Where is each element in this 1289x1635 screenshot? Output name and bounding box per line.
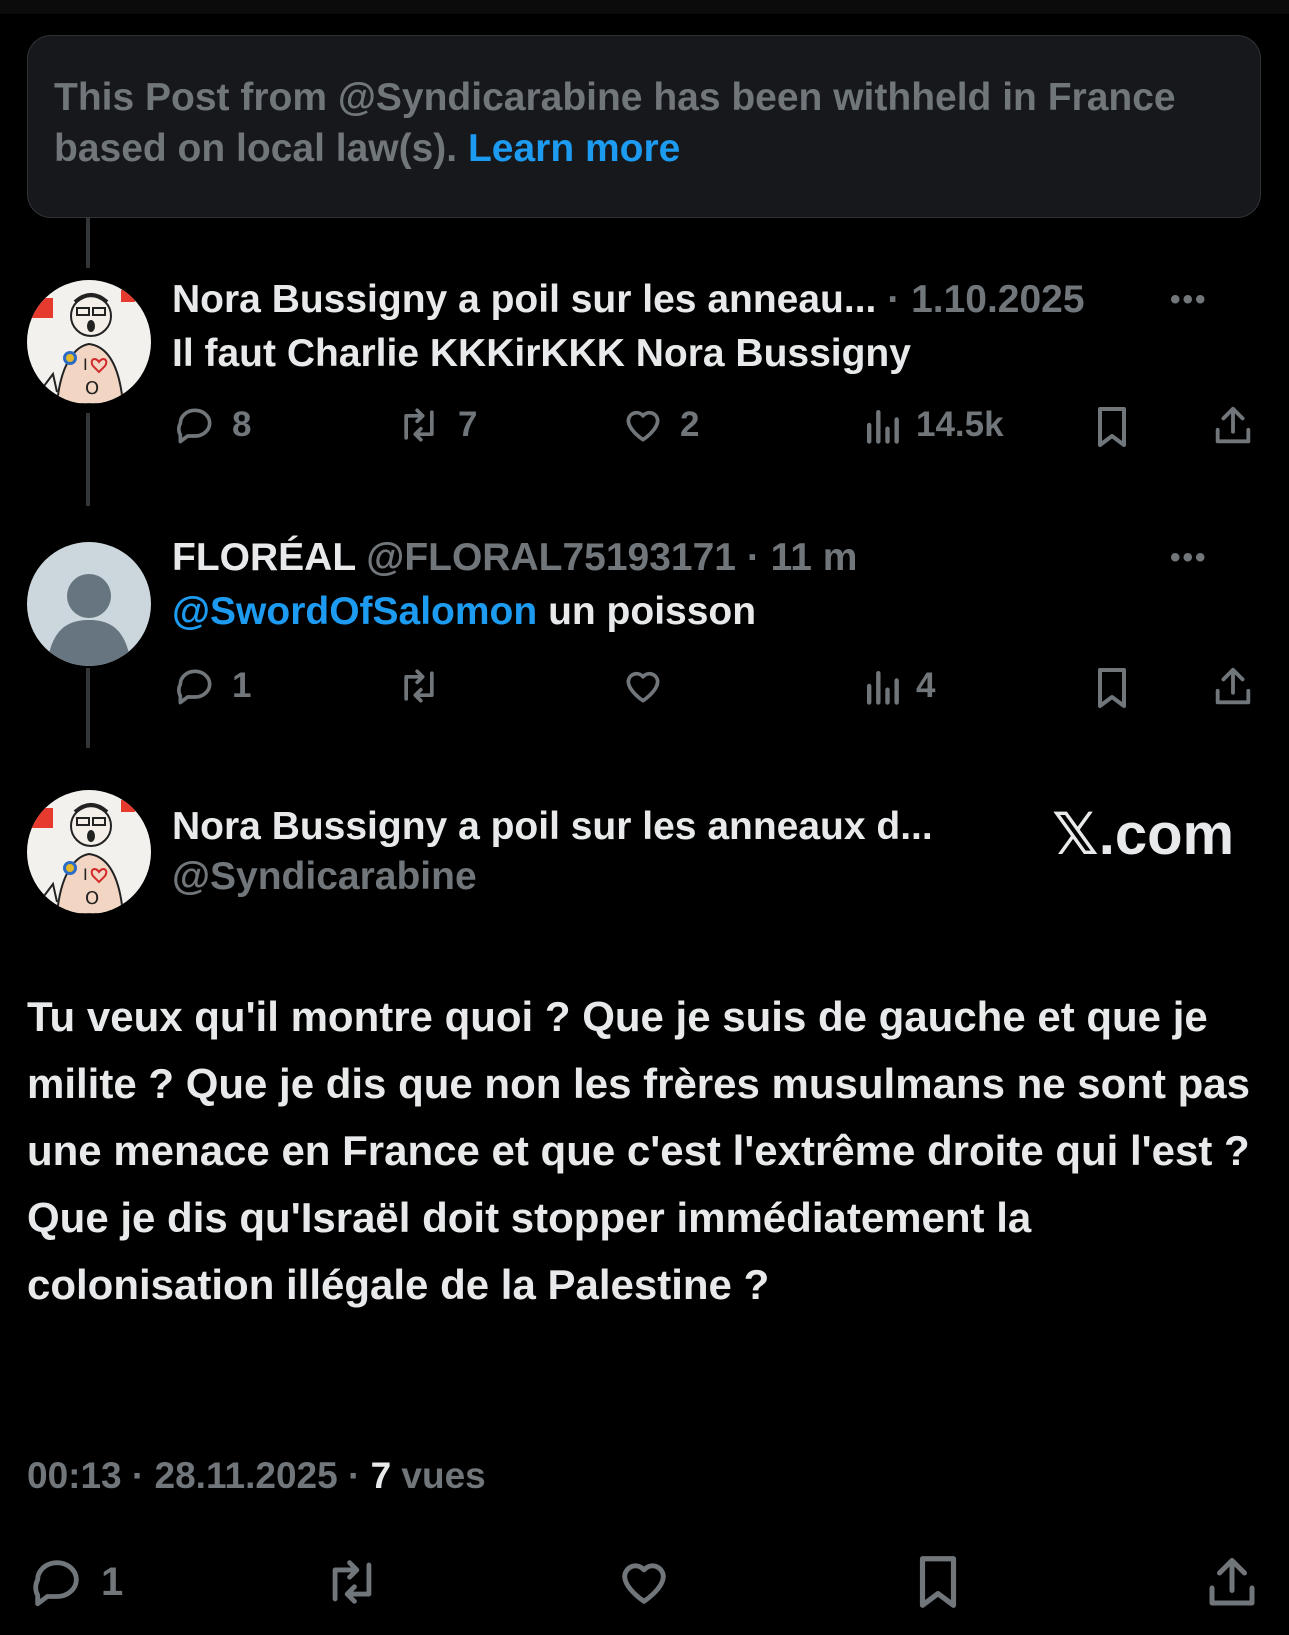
repost-icon [404, 408, 434, 442]
views-button[interactable]: 14.5k [862, 403, 1004, 447]
x-com-watermark: 𝕏.com [1052, 802, 1235, 867]
reply2-text: @SwordOfSalomon un poisson [172, 588, 756, 636]
avatar[interactable]: I O [27, 280, 151, 404]
reply2-time[interactable]: 11 m [771, 536, 858, 579]
svg-text:O: O [85, 378, 99, 399]
withheld-notice: This Post from @Syndicarabine has been w… [27, 35, 1261, 218]
post-date[interactable]: 28.11.2025 [155, 1455, 338, 1496]
like-button[interactable]: 2 [620, 403, 699, 447]
reply2-text-body: un poisson [548, 590, 757, 633]
heart-icon [626, 671, 660, 703]
main-post-text: Tu veux qu'il montre quoi ? Que je suis … [27, 993, 1250, 1308]
share-icon [1215, 406, 1251, 444]
bookmark-icon [919, 1556, 957, 1608]
thread-line [86, 668, 90, 748]
views-button[interactable]: 4 [862, 664, 935, 708]
svg-text:I: I [83, 865, 88, 884]
reply1-date[interactable]: 1.10.2025 [911, 278, 1085, 321]
reply2-header: FLORÉAL @FLORAL75193171 · 11 m [172, 534, 857, 582]
like-button[interactable] [614, 1553, 674, 1611]
bookmark-icon [1098, 407, 1126, 447]
reply1-header: Nora Bussigny a poil sur les anneau... ·… [172, 276, 1085, 324]
thread-line [86, 218, 90, 268]
reply-count: 1 [101, 1559, 124, 1604]
mention-link[interactable]: @SwordOfSalomon [172, 590, 537, 633]
reply2-display-name[interactable]: FLORÉAL [172, 536, 355, 579]
reply1-text: Il faut Charlie KKKirKKK Nora Bussigny [172, 332, 911, 375]
reply-button[interactable]: 1 [172, 664, 251, 708]
avatar[interactable]: I O [27, 790, 151, 914]
views-label: vues [401, 1455, 486, 1496]
views-count: 14.5k [916, 405, 1004, 444]
share-icon [1215, 667, 1251, 705]
bookmark-button[interactable] [1092, 403, 1132, 451]
views-icon [866, 670, 899, 705]
more-icon[interactable]: ••• [1170, 283, 1208, 317]
like-count: 2 [680, 405, 700, 444]
reply-count: 1 [232, 666, 252, 705]
repost-icon [404, 669, 434, 703]
views-icon [866, 409, 899, 444]
separator-dot: · [887, 278, 901, 321]
share-button[interactable] [1210, 664, 1256, 710]
separator-dot: · [746, 536, 760, 579]
reply-count: 8 [232, 405, 252, 444]
avatar-cartoon-image: I O [27, 280, 151, 404]
bookmark-button[interactable] [912, 1551, 964, 1613]
thread-line [86, 413, 90, 506]
repost-count: 7 [458, 405, 478, 444]
reply-icon [33, 1560, 79, 1607]
main-handle[interactable]: @Syndicarabine [172, 853, 477, 901]
default-profile-icon [27, 542, 151, 666]
views-count: 7 [370, 1455, 392, 1496]
reply-button[interactable]: 1 [27, 1553, 123, 1611]
avatar-default[interactable] [27, 542, 151, 666]
reply-icon [177, 669, 212, 705]
share-button[interactable] [1210, 403, 1256, 449]
main-display-name[interactable]: Nora Bussigny a poil sur les anneaux d..… [172, 803, 933, 851]
post-time[interactable]: 00:13 [27, 1455, 122, 1496]
reply-button[interactable]: 8 [172, 403, 251, 447]
post-meta: 00:13 · 28.11.2025 · 7 vues [27, 1455, 486, 1496]
heart-icon [626, 410, 660, 442]
svg-text:I: I [83, 355, 88, 374]
more-icon[interactable]: ••• [1170, 541, 1208, 575]
avatar-cartoon-image: I O [27, 790, 151, 914]
repost-button[interactable] [394, 664, 444, 708]
share-icon [1209, 1558, 1255, 1606]
share-button[interactable] [1202, 1553, 1262, 1613]
heart-icon [622, 1563, 666, 1604]
views-count: 4 [916, 666, 936, 705]
reply2-handle[interactable]: @FLORAL75193171 [366, 536, 736, 579]
reply1-display-name[interactable]: Nora Bussigny a poil sur les anneau... [172, 278, 876, 321]
bookmark-icon [1098, 668, 1126, 708]
learn-more-link[interactable]: Learn more [468, 127, 680, 170]
bookmark-button[interactable] [1092, 664, 1132, 712]
repost-button[interactable]: 7 [394, 403, 477, 447]
status-bar-strip [0, 0, 1289, 14]
reply-icon [177, 408, 212, 444]
svg-text:O: O [85, 888, 99, 909]
repost-icon [332, 1560, 372, 1604]
like-button[interactable] [620, 664, 666, 708]
repost-button[interactable] [320, 1553, 384, 1611]
